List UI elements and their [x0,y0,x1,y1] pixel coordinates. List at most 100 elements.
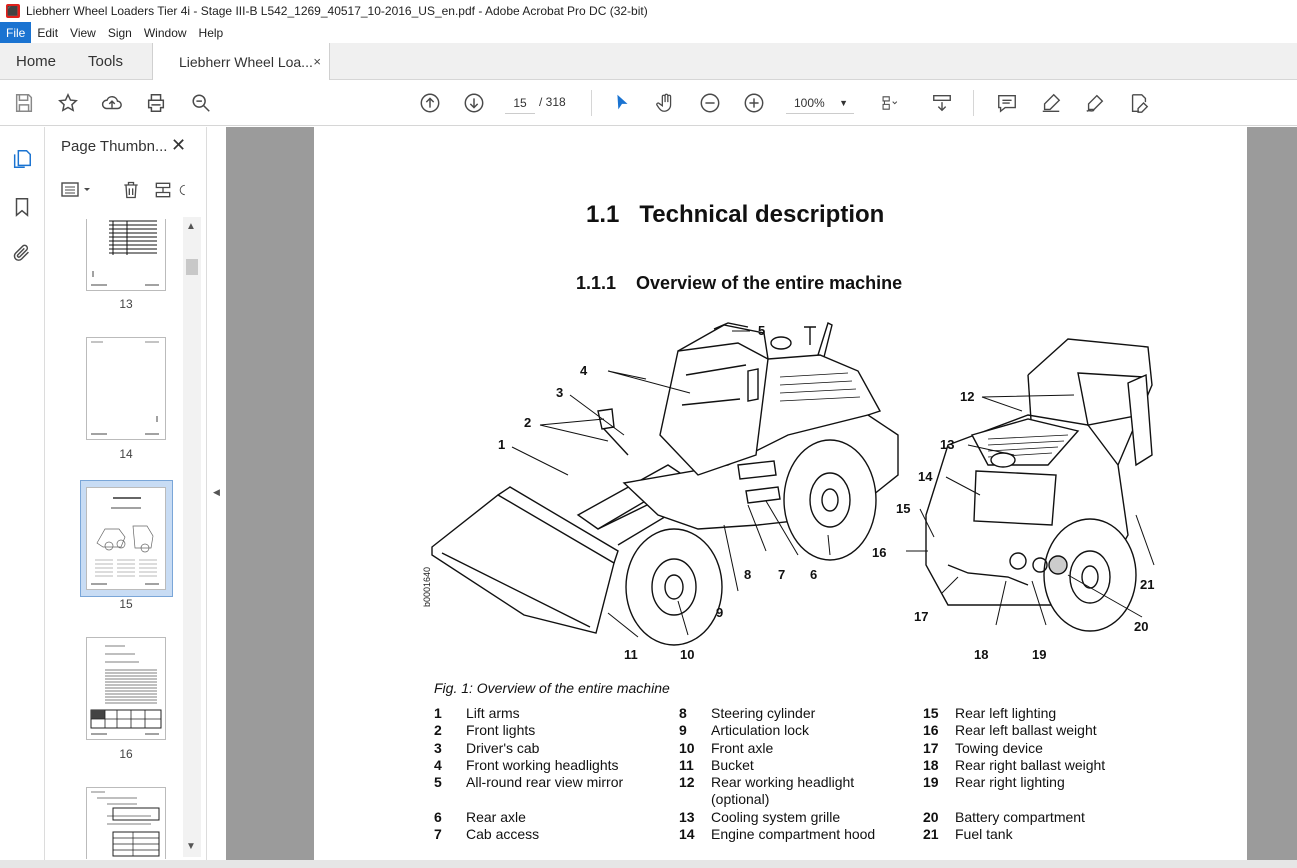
toolbar-divider [973,90,974,116]
page-thumbnails-icon[interactable] [10,147,34,171]
legend-item: 18 Rear right ballast weight [923,756,1106,773]
callout-label: 14 [918,469,933,484]
callout-label: 17 [914,609,928,624]
thumbnail-page-16[interactable] [86,637,166,740]
legend-column: 1 Lift arms 2 Front lights 3 Driver's cab 4… [434,705,679,843]
document-viewport[interactable]: 1.1 Technical description 1.1.1 Overview o… [226,127,1297,868]
callout-label: 10 [680,647,694,662]
zoom-out-icon[interactable] [698,91,722,115]
chevron-down-icon[interactable]: ▼ [186,841,196,852]
chevron-up-icon[interactable]: ▲ [186,221,196,232]
panel-title: Page Thumbn... [61,138,168,155]
legend-item: 11 Bucket [679,756,754,773]
thumbnails-scrollbar[interactable]: ▲ ▼ [183,217,201,857]
section-heading: 1.1 Technical description [586,201,884,229]
callout-label: 13 [940,437,954,452]
zoom-value: 100% [794,95,825,110]
sign-icon[interactable] [1083,91,1107,115]
subsection-title: Overview of the entire machine [636,273,903,293]
callout-label: 12 [960,389,974,404]
menu-sign[interactable]: Sign [102,22,138,43]
legend-item: 7 Cab access [434,826,540,843]
attachment-icon[interactable] [10,241,34,265]
page-total: / 318 [539,95,566,109]
callout-label: 18 [974,647,988,662]
legend-item: 14 Engine compartment hood [679,826,876,843]
tab-bar: Home Tools Liebherr Wheel Loa... × [0,43,1297,81]
thumbnail-label: 13 [119,297,133,311]
prev-page-icon[interactable] [418,91,442,115]
comment-icon[interactable] [995,91,1019,115]
hand-icon[interactable] [654,91,678,115]
scroll-thumb[interactable] [186,259,198,275]
save-icon[interactable] [12,91,36,115]
thumbnail-page-17[interactable] [86,787,166,859]
callout-label: 1 [498,437,505,452]
menu-help[interactable]: Help [193,22,230,43]
callout-label: 15 [896,501,910,516]
tab-tools[interactable]: Tools [88,43,123,80]
panel-collapse-handle[interactable]: ◀ [207,127,226,868]
section-title: Technical description [639,201,885,228]
navigation-rail [0,127,45,868]
thumbnail-page-15[interactable] [86,487,166,590]
subsection-heading: 1.1.1 Overview of the entire machine [576,273,902,294]
select-arrow-icon[interactable] [610,91,634,115]
zoom-search-icon[interactable] [189,91,213,115]
wheel-loader-figure: 1 2 3 4 5 6 7 8 9 10 11 12 13 14 15 16 1… [431,322,1155,662]
chevron-left-icon[interactable]: ◀ [213,487,220,498]
menu-window[interactable]: Window [138,22,193,43]
menu-file[interactable]: File [0,22,32,43]
window-title: Liebherr Wheel Loaders Tier 4i - Stage I… [26,4,648,18]
delete-page-icon[interactable] [119,179,143,201]
horizontal-scrollbar[interactable] [0,860,1297,868]
legend-item: 15 Rear left lighting [923,705,1057,721]
rotate-page-icon[interactable] [179,179,193,201]
star-icon[interactable] [56,91,80,115]
figure-code: b0001640 [422,566,432,607]
legend-item: 20 Battery compartment [923,808,1085,825]
legend-item: 8 Steering cylinder [679,705,816,721]
legend-item: 17 Towing device [923,739,1043,756]
thumbnail-page-14[interactable] [86,337,166,440]
legend-item: 12 Rear working headlight (optional) [679,774,855,808]
callout-label: 21 [1140,577,1154,592]
callout-label: 16 [872,545,886,560]
legend-item: 10 Front axle [679,739,774,756]
print-icon[interactable] [144,91,168,115]
next-page-icon[interactable] [462,91,486,115]
options-menu-icon[interactable] [59,179,95,201]
menu-view[interactable]: View [64,22,102,43]
chevron-down-icon: ▼ [839,98,848,108]
callout-label: 5 [758,323,765,338]
bookmark-icon[interactable] [10,195,34,219]
toolbar-divider [591,90,592,116]
thumbnail-label: 16 [119,747,133,761]
edit-icon[interactable] [1127,91,1151,115]
menu-edit[interactable]: Edit [31,22,64,43]
fit-page-icon[interactable] [876,91,908,115]
thumbnail-page-13[interactable] [86,219,166,291]
upload-icon[interactable] [100,91,124,115]
legend-item: 4 Front working headlights [434,756,619,773]
zoom-in-icon[interactable] [742,91,766,115]
thumbnail-label: 14 [119,447,133,461]
callout-label: 6 [810,567,817,582]
highlight-icon[interactable] [1039,91,1063,115]
page-number-input[interactable] [505,92,535,114]
tab-home[interactable]: Home [16,43,56,80]
insert-page-icon[interactable] [151,179,175,201]
tab-document[interactable]: Liebherr Wheel Loa... × [152,43,330,81]
scroll-mode-icon[interactable] [930,91,954,115]
legend-item: 13 Cooling system grille [679,808,841,825]
close-tab-icon[interactable]: × [313,54,321,69]
callout-label: 3 [556,385,563,400]
zoom-select[interactable]: 100% ▼ [786,92,854,114]
close-panel-icon[interactable]: ✕ [171,135,186,156]
legend-item: 21 Fuel tank [923,826,1013,843]
legend-item: 6 Rear axle [434,808,526,825]
panel-toolbar [45,171,205,211]
title-bar: ⬛ Liebherr Wheel Loaders Tier 4i - Stage… [0,0,1297,22]
legend-item: 2 Front lights [434,722,536,739]
callout-label: 7 [778,567,785,582]
